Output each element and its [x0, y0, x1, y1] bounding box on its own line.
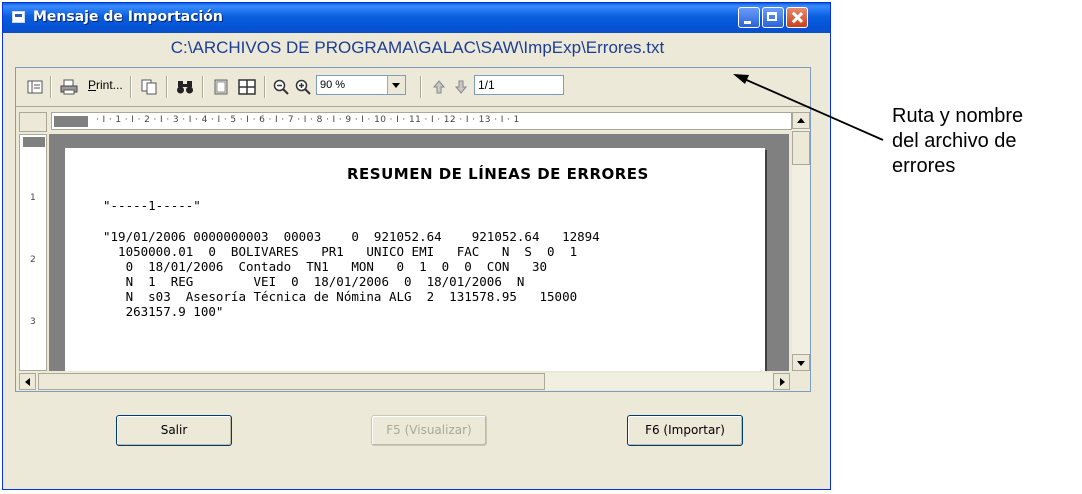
annotation-line: errores — [892, 155, 956, 177]
report-line: N 1 REG VEI 0 18/01/2006 0 18/01/2006 N — [103, 274, 525, 289]
viewer-toolbar: Print... 90 % 1/1 — [16, 68, 810, 107]
ruler-corner — [19, 112, 47, 132]
single-page-icon[interactable] — [212, 78, 230, 96]
report-page: RESUMEN DE LÍNEAS DE ERRORES "-----1----… — [65, 148, 765, 371]
title-bar[interactable]: Mensaje de Importación — [3, 3, 830, 33]
previous-page-icon[interactable] — [430, 78, 448, 96]
chevron-down-icon[interactable] — [387, 76, 405, 94]
scroll-up-icon[interactable] — [792, 112, 810, 129]
ruler-ticks: · I · 1 · I · 2 · I · 3 · I · 4 · I · 5 … — [96, 115, 520, 125]
annotation-line: del archivo de — [892, 130, 1017, 152]
ruler-number: 2 — [30, 255, 36, 265]
report-line: "19/01/2006 0000000003 00003 0 921052.64… — [103, 229, 600, 244]
scroll-left-icon[interactable] — [19, 373, 36, 390]
zoom-out-icon[interactable] — [272, 78, 290, 96]
print-button[interactable]: Print... — [88, 78, 123, 92]
preview-button[interactable]: F5 (Visualizar) — [371, 415, 487, 446]
report-line: 1050000.01 0 BOLIVARES PR1 UNICO EMI FAC… — [103, 244, 578, 259]
exit-button[interactable]: Salir — [116, 415, 232, 446]
toolbar-separator — [202, 76, 204, 98]
import-message-window: Mensaje de Importación C:\ARCHIVOS DE PR… — [2, 2, 831, 490]
report-line: 263157.9 100" — [103, 304, 224, 319]
report-line: N s03 Asesoría Técnica de Nómina ALG 2 1… — [103, 289, 578, 304]
zoom-in-icon[interactable] — [294, 78, 312, 96]
window-title: Mensaje de Importación — [33, 9, 223, 25]
report-viewer: Print... 90 % 1/1 · I · 1 · I · 2 · I · … — [15, 67, 811, 392]
maximize-button[interactable] — [762, 7, 784, 28]
app-window-icon — [12, 11, 25, 23]
vertical-scrollbar[interactable] — [792, 112, 810, 371]
toolbar-separator — [420, 76, 422, 98]
toggle-tree-icon[interactable] — [26, 78, 44, 96]
report-heading: RESUMEN DE LÍNEAS DE ERRORES — [347, 165, 649, 183]
report-line: "-----1-----" — [103, 198, 201, 213]
minimize-button[interactable] — [738, 7, 760, 28]
import-button[interactable]: F6 (Importar) — [627, 415, 743, 446]
toolbar-separator — [166, 76, 168, 98]
ruler-number: 3 — [30, 317, 36, 327]
document-preview-area[interactable]: RESUMEN DE LÍNEAS DE ERRORES "-----1----… — [49, 134, 789, 371]
find-binoculars-icon[interactable] — [176, 78, 194, 96]
multiple-pages-icon[interactable] — [238, 78, 256, 96]
annotation-line: Ruta y nombre — [892, 105, 1024, 127]
toolbar-separator — [130, 76, 132, 98]
ruler-number: 1 — [30, 193, 36, 203]
toolbar-separator — [264, 76, 266, 98]
report-line: 0 18/01/2006 Contado TN1 MON 0 1 0 0 CON… — [103, 259, 548, 274]
horizontal-scrollbar[interactable] — [19, 373, 790, 390]
ruler-margin-marker — [54, 116, 88, 127]
annotation-text: Ruta y nombre del archivo de errores — [892, 104, 1077, 179]
ruler-margin-marker — [23, 137, 45, 147]
horizontal-ruler: · I · 1 · I · 2 · I · 3 · I · 4 · I · 5 … — [51, 112, 792, 130]
zoom-select[interactable]: 90 % — [316, 75, 406, 95]
horizontal-scroll-thumb[interactable] — [38, 373, 545, 390]
close-button[interactable] — [786, 7, 808, 28]
error-file-path: C:\ARCHIVOS DE PROGRAMA\GALAC\SAW\ImpExp… — [170, 38, 665, 57]
copy-icon[interactable] — [140, 78, 158, 96]
vertical-ruler: 1 2 3 — [19, 134, 47, 371]
scroll-down-icon[interactable] — [792, 354, 810, 371]
toolbar-separator — [50, 76, 52, 98]
printer-icon[interactable] — [60, 78, 78, 96]
page-number-input[interactable]: 1/1 — [474, 75, 564, 95]
zoom-value: 90 % — [320, 79, 346, 91]
next-page-icon[interactable] — [452, 78, 470, 96]
scroll-right-icon[interactable] — [773, 373, 790, 390]
vertical-scroll-thumb[interactable] — [792, 131, 810, 165]
